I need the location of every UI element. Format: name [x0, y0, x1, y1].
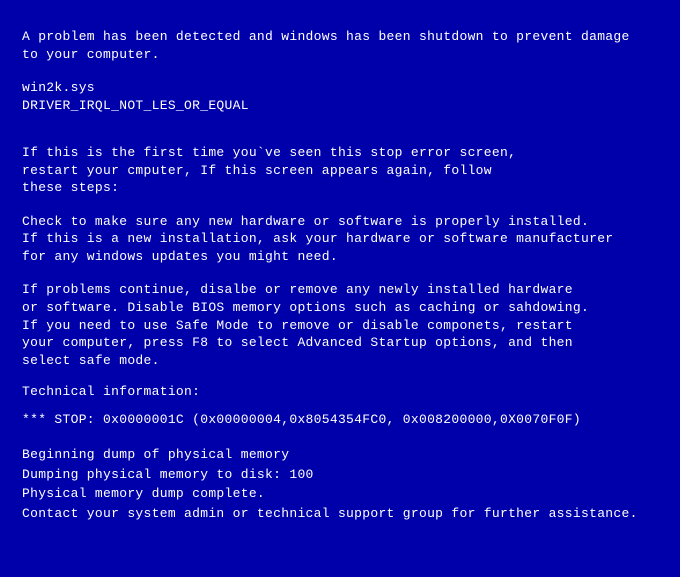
dump-complete-line: Physical memory dump complete. — [22, 485, 658, 503]
problem-line-1: A problem has been detected and windows … — [22, 28, 658, 46]
instruction-line: or software. Disable BIOS memory options… — [22, 299, 658, 317]
stop-code-line: *** STOP: 0x0000001C (0x00000004,0x80543… — [22, 411, 658, 429]
instruction-line: your computer, press F8 to select Advanc… — [22, 334, 658, 352]
instruction-line: If this is a new installation, ask your … — [22, 230, 658, 248]
problem-detected-message: A problem has been detected and windows … — [22, 28, 658, 63]
instruction-line: Check to make sure any new hardware or s… — [22, 213, 658, 231]
instruction-line: restart your cmputer, If this screen app… — [22, 162, 658, 180]
instruction-line: If you need to use Safe Mode to remove o… — [22, 317, 658, 335]
technical-info-header: Technical information: — [22, 383, 658, 401]
check-hardware-instructions: Check to make sure any new hardware or s… — [22, 213, 658, 266]
problem-line-2: to your computer. — [22, 46, 658, 64]
problems-continue-instructions: If problems continue, disalbe or remove … — [22, 281, 658, 369]
dump-begin-line: Beginning dump of physical memory — [22, 446, 658, 464]
instruction-line: select safe mode. — [22, 352, 658, 370]
instruction-line: If this is the first time you`ve seen th… — [22, 144, 658, 162]
fault-error-name: DRIVER_IRQL_NOT_LES_OR_EQUAL — [22, 97, 658, 115]
instruction-line: for any windows updates you might need. — [22, 248, 658, 266]
instruction-line: If problems continue, disalbe or remove … — [22, 281, 658, 299]
memory-dump-block: Beginning dump of physical memory Dumpin… — [22, 446, 658, 522]
first-time-instructions: If this is the first time you`ve seen th… — [22, 144, 658, 197]
instruction-line: these steps: — [22, 179, 658, 197]
fault-module-block: win2k.sys DRIVER_IRQL_NOT_LES_OR_EQUAL — [22, 79, 658, 114]
dump-contact-line: Contact your system admin or technical s… — [22, 505, 658, 523]
dump-progress-line: Dumping physical memory to disk: 100 — [22, 466, 658, 484]
fault-module-filename: win2k.sys — [22, 79, 658, 97]
